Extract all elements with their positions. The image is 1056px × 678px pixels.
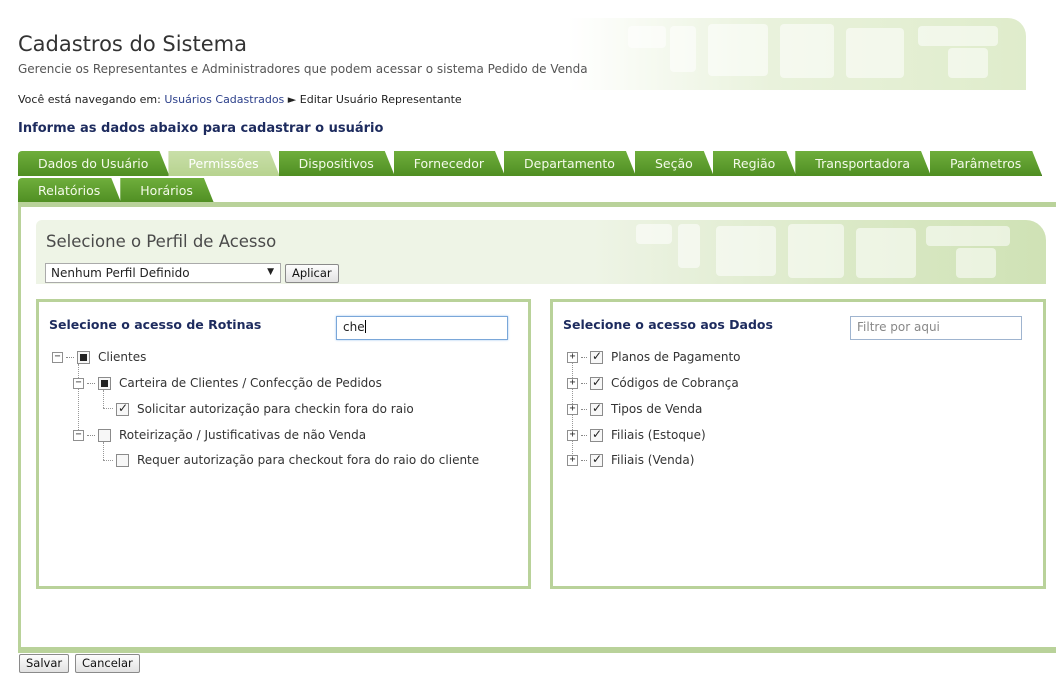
form-heading: Informe as dados abaixo para cadastrar o… <box>18 121 384 136</box>
profile-title: Selecione o Perfil de Acesso <box>46 232 277 251</box>
routines-filter-value: che <box>343 320 365 334</box>
expand-icon[interactable]: + <box>567 429 578 441</box>
data-item-label: Tipos de Venda <box>611 402 703 416</box>
tree-node-carteira[interactable]: − Carteira de Clientes / Confecção de Pe… <box>73 375 382 391</box>
content-frame-bottom <box>18 650 1056 653</box>
profile-select[interactable]: Nenhum Perfil Definido ▼ <box>45 263 281 283</box>
tree-connector <box>103 390 104 408</box>
tree-checkbox[interactable] <box>116 401 129 416</box>
data-item-label: Filiais (Estoque) <box>611 428 706 442</box>
tree-connector <box>581 382 587 384</box>
profile-select-value: Nenhum Perfil Definido <box>51 266 190 280</box>
data-access-panel <box>550 299 1046 589</box>
tree-checkbox[interactable] <box>590 401 603 416</box>
tree-connector <box>581 459 587 461</box>
breadcrumb: Você está navegando em: Usuários Cadastr… <box>18 93 462 106</box>
tree-connector <box>87 434 95 436</box>
page-title: Cadastros do Sistema <box>18 32 247 56</box>
tab-regiao[interactable]: Região <box>713 151 797 176</box>
tree-checkbox[interactable] <box>590 427 603 442</box>
tree-checkbox[interactable] <box>116 453 129 467</box>
data-item-filiais-estoque[interactable]: + Filiais (Estoque) <box>567 427 706 443</box>
routines-panel <box>36 299 531 589</box>
tree-connector <box>103 442 104 460</box>
data-item-label: Códigos de Cobrança <box>611 376 739 390</box>
data-filter-input[interactable]: Filtre por aqui <box>850 316 1022 340</box>
data-item-label: Filiais (Venda) <box>611 453 695 467</box>
breadcrumb-separator: ► <box>287 93 297 106</box>
expand-icon[interactable]: + <box>567 377 578 389</box>
chevron-down-icon: ▼ <box>267 267 274 277</box>
tree-connector <box>103 460 113 461</box>
header-decoration <box>608 18 1026 90</box>
profile-decoration <box>626 220 1046 284</box>
tree-checkbox[interactable] <box>590 375 603 390</box>
tree-checkbox[interactable] <box>98 376 111 390</box>
routines-filter-input[interactable]: che <box>336 316 508 340</box>
collapse-icon[interactable]: − <box>73 429 84 441</box>
data-panel-title: Selecione o acesso aos Dados <box>563 317 773 332</box>
collapse-icon[interactable]: − <box>52 351 63 363</box>
tree-node-roteirizacao[interactable]: − Roteirização / Justificativas de não V… <box>73 427 366 443</box>
tree-checkbox[interactable] <box>590 452 603 467</box>
tree-node-label: Clientes <box>98 350 147 364</box>
page-subtitle: Gerencie os Representantes e Administrad… <box>18 62 588 76</box>
text-caret <box>364 320 366 333</box>
data-item-planos-pagamento[interactable]: + Planos de Pagamento <box>567 349 741 365</box>
tree-connector <box>581 408 587 410</box>
expand-icon[interactable]: + <box>567 454 578 466</box>
collapse-icon[interactable]: − <box>73 377 84 389</box>
tab-parametros[interactable]: Parâmetros <box>930 151 1042 176</box>
breadcrumb-prefix: Você está navegando em: <box>18 93 161 106</box>
breadcrumb-link-users[interactable]: Usuários Cadastrados <box>164 93 284 106</box>
tree-node-clientes[interactable]: − Clientes <box>52 349 146 365</box>
tab-transportadora[interactable]: Transportadora <box>795 151 931 176</box>
routines-panel-title: Selecione o acesso de Rotinas <box>49 317 262 332</box>
tree-checkbox[interactable] <box>590 349 603 364</box>
data-filter-placeholder: Filtre por aqui <box>857 320 940 334</box>
data-item-tipos-venda[interactable]: + Tipos de Venda <box>567 401 702 417</box>
tab-dados-do-usuario[interactable]: Dados do Usuário <box>18 151 169 176</box>
tree-connector <box>581 356 587 358</box>
tab-permissoes[interactable]: Permissões <box>168 151 279 176</box>
tree-node-label: Solicitar autorização para checkin fora … <box>137 402 414 416</box>
tree-node-label: Roteirização / Justificativas de não Ven… <box>119 428 367 442</box>
expand-icon[interactable]: + <box>567 403 578 415</box>
tab-relatorios[interactable]: Relatórios <box>18 178 121 203</box>
tab-departamento[interactable]: Departamento <box>504 151 636 176</box>
tree-checkbox[interactable] <box>77 350 90 364</box>
tree-connector <box>66 356 74 358</box>
tree-connector <box>87 382 95 384</box>
expand-icon[interactable]: + <box>567 351 578 363</box>
tree-node-checkout[interactable]: Requer autorização para checkout fora do… <box>116 452 479 468</box>
cancel-button[interactable]: Cancelar <box>75 654 140 673</box>
data-item-label: Planos de Pagamento <box>611 350 741 364</box>
tab-fornecedor[interactable]: Fornecedor <box>394 151 505 176</box>
tree-connector <box>103 408 113 409</box>
tab-horarios[interactable]: Horários <box>120 178 214 203</box>
tab-secao[interactable]: Seção <box>635 151 714 176</box>
tab-dispositivos[interactable]: Dispositivos <box>279 151 395 176</box>
tab-bar-row-2: Relatórios Horários <box>18 178 213 203</box>
tree-node-label: Requer autorização para checkout fora do… <box>137 453 480 467</box>
data-item-codigos-cobranca[interactable]: + Códigos de Cobrança <box>567 375 739 391</box>
tab-bar-row-1: Dados do Usuário Permissões Dispositivos… <box>18 151 1041 176</box>
save-button[interactable]: Salvar <box>19 654 70 673</box>
apply-button[interactable]: Aplicar <box>285 264 339 283</box>
data-item-filiais-venda[interactable]: + Filiais (Venda) <box>567 452 694 468</box>
tree-checkbox[interactable] <box>98 428 111 442</box>
tree-node-label: Carteira de Clientes / Confecção de Pedi… <box>119 376 382 390</box>
tree-node-checkin[interactable]: Solicitar autorização para checkin fora … <box>116 401 414 417</box>
breadcrumb-current: Editar Usuário Representante <box>299 93 462 106</box>
tree-connector <box>581 434 587 436</box>
